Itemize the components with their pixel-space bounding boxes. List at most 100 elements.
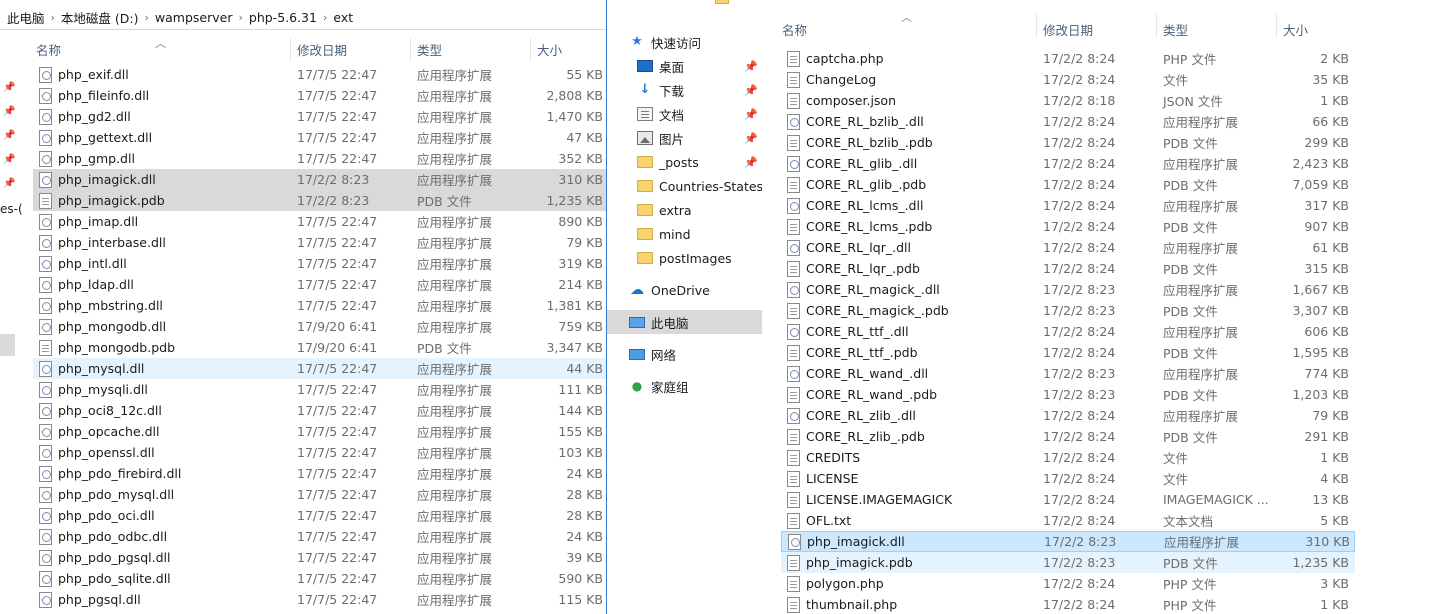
nav-item[interactable]: ☁ OneDrive [607,278,762,302]
file-row[interactable]: thumbnail.php 17/2/2 8:24 PHP 文件 1 KB [781,594,1355,614]
file-name[interactable]: CORE_RL_zlib_.dll [806,408,916,423]
file-row[interactable]: php_gmp.dll 17/7/5 22:47 应用程序扩展 352 KB [33,148,606,169]
nav-item[interactable]: ★ 快速访问 [607,30,762,54]
nav-item[interactable]: ● 家庭组 [607,374,762,398]
file-name-cell[interactable]: php_openssl.dll [39,444,155,461]
file-name-cell[interactable]: php_pdo_firebird.dll [39,465,181,482]
file-row[interactable]: CORE_RL_bzlib_.pdb 17/2/2 8:24 PDB 文件 299 K… [781,132,1355,153]
breadcrumb-separator-icon[interactable]: › [145,11,149,24]
file-name-cell[interactable]: php_pdo_pgsql.dll [39,549,170,566]
file-name-cell[interactable]: CORE_RL_wand_.dll [787,365,928,382]
file-row[interactable]: CORE_RL_glib_.dll 17/2/2 8:24 应用程序扩展 2,423 … [781,153,1355,174]
file-name-cell[interactable]: CORE_RL_wand_.pdb [787,386,937,403]
file-name[interactable]: php_imagick.dll [807,534,905,549]
file-name-cell[interactable]: CORE_RL_lqr_.pdb [787,260,920,277]
breadcrumb-separator-icon[interactable]: › [323,11,327,24]
file-row[interactable]: CORE_RL_lcms_.dll 17/2/2 8:24 应用程序扩展 317 KB [781,195,1355,216]
file-name-cell[interactable]: php_pdo_sqlite.dll [39,570,171,587]
file-name-cell[interactable]: CORE_RL_ttf_.pdb [787,344,918,361]
file-name[interactable]: php_pdo_firebird.dll [58,466,181,481]
file-name[interactable]: CORE_RL_wand_.dll [806,366,928,381]
file-name-cell[interactable]: php_mongodb.pdb [39,339,175,356]
file-row[interactable]: php_fileinfo.dll 17/7/5 22:47 应用程序扩展 2,808 … [33,85,606,106]
file-name-cell[interactable]: php_oci8_12c.dll [39,402,162,419]
file-name[interactable]: php_oci8_12c.dll [58,403,162,418]
pin-icon[interactable]: 📌 [3,130,15,142]
file-row[interactable]: php_mongodb.dll 17/9/20 6:41 应用程序扩展 759 KB [33,316,606,337]
file-name-cell[interactable]: php_pgsql.dll [39,591,141,608]
file-row[interactable]: LICENSE 17/2/2 8:24 文件 4 KB [781,468,1355,489]
column-divider[interactable] [1156,14,1157,38]
file-name[interactable]: php_fileinfo.dll [58,88,149,103]
column-header-date[interactable]: 修改日期 [1043,18,1093,40]
file-name[interactable]: php_mysqli.dll [58,382,148,397]
column-header-type[interactable]: 类型 [1163,18,1188,40]
breadcrumb-item-this-pc[interactable]: 此电脑 [7,8,45,27]
breadcrumb-item-ext[interactable]: ext [333,10,353,25]
file-name-cell[interactable]: CORE_RL_zlib_.dll [787,407,916,424]
file-name[interactable]: php_imap.dll [58,214,138,229]
file-name[interactable]: CORE_RL_wand_.pdb [806,387,937,402]
file-name-cell[interactable]: php_gmp.dll [39,150,135,167]
file-name[interactable]: php_imagick.pdb [58,193,165,208]
file-name[interactable]: CORE_RL_bzlib_.pdb [806,135,933,150]
breadcrumb-separator-icon[interactable]: › [238,11,242,24]
file-name-cell[interactable]: CREDITS [787,449,860,466]
pin-icon[interactable]: 📌 [3,154,15,166]
breadcrumb-item-drive[interactable]: 本地磁盘 (D:) [61,8,139,27]
nav-item[interactable]: 文档 📌 [607,102,762,126]
file-name[interactable]: php_mbstring.dll [58,298,163,313]
file-row[interactable]: CORE_RL_bzlib_.dll 17/2/2 8:24 应用程序扩展 66 KB [781,111,1355,132]
pin-icon[interactable]: 📌 [744,156,758,169]
column-divider[interactable] [1276,14,1277,38]
file-name-cell[interactable]: php_mbstring.dll [39,297,163,314]
file-name[interactable]: CORE_RL_lqr_.pdb [806,261,920,276]
file-name[interactable]: php_mysql.dll [58,361,144,376]
breadcrumb-item-php[interactable]: php-5.6.31 [249,10,317,25]
column-header-date[interactable]: 修改日期 [297,38,347,60]
file-name[interactable]: CORE_RL_lcms_.pdb [806,219,932,234]
file-row[interactable]: php_pdo_sqlite.dll 17/7/5 22:47 应用程序扩展 590 … [33,568,606,589]
file-name-cell[interactable]: CORE_RL_bzlib_.pdb [787,134,933,151]
column-header-name[interactable]: 名称 [36,38,61,60]
column-header-name[interactable]: 名称 [782,18,807,40]
file-name[interactable]: ChangeLog [806,72,876,87]
file-row[interactable]: php_interbase.dll 17/7/5 22:47 应用程序扩展 79 KB [33,232,606,253]
file-row[interactable]: composer.json 17/2/2 8:18 JSON 文件 1 KB [781,90,1355,111]
file-row[interactable]: polygon.php 17/2/2 8:24 PHP 文件 3 KB [781,573,1355,594]
file-name-cell[interactable]: CORE_RL_lqr_.dll [787,239,911,256]
file-row[interactable]: CORE_RL_lcms_.pdb 17/2/2 8:24 PDB 文件 907 KB [781,216,1355,237]
file-name-cell[interactable]: CORE_RL_ttf_.dll [787,323,909,340]
file-row[interactable]: php_imagick.pdb 17/2/2 8:23 PDB 文件 1,235 KB [33,190,606,211]
nav-item[interactable]: 桌面 📌 [607,54,762,78]
file-name-cell[interactable]: polygon.php [787,575,884,592]
nav-item[interactable]: mind [607,222,762,246]
file-row[interactable]: php_mbstring.dll 17/7/5 22:47 应用程序扩展 1,381 … [33,295,606,316]
file-name[interactable]: php_imagick.pdb [806,555,913,570]
file-row[interactable]: php_gettext.dll 17/7/5 22:47 应用程序扩展 47 KB [33,127,606,148]
file-name-cell[interactable]: CORE_RL_glib_.pdb [787,176,926,193]
file-name[interactable]: php_interbase.dll [58,235,166,250]
file-name-cell[interactable]: php_mongodb.dll [39,318,166,335]
file-name[interactable]: CORE_RL_bzlib_.dll [806,114,924,129]
nav-item-fragment[interactable]: es-( [0,202,23,216]
file-name[interactable]: php_openssl.dll [58,445,155,460]
breadcrumb[interactable]: 此电脑 › 本地磁盘 (D:) › wampserver › php-5.6.3… [0,5,606,30]
file-name-cell[interactable]: ChangeLog [787,71,876,88]
file-row[interactable]: CORE_RL_ttf_.pdb 17/2/2 8:24 PDB 文件 1,595 K… [781,342,1355,363]
file-row[interactable]: CORE_RL_glib_.pdb 17/2/2 8:24 PDB 文件 7,059 … [781,174,1355,195]
file-name-cell[interactable]: php_pdo_oci.dll [39,507,155,524]
file-name-cell[interactable]: composer.json [787,92,896,109]
file-name-cell[interactable]: CORE_RL_zlib_.pdb [787,428,925,445]
file-name-cell[interactable]: php_ldap.dll [39,276,134,293]
file-name-cell[interactable]: thumbnail.php [787,596,897,613]
file-name-cell[interactable]: php_intl.dll [39,255,127,272]
file-name[interactable]: php_exif.dll [58,67,129,82]
pin-icon[interactable]: 📌 [744,132,758,145]
file-row[interactable]: php_opcache.dll 17/7/5 22:47 应用程序扩展 155 KB [33,421,606,442]
file-name[interactable]: captcha.php [806,51,884,66]
file-name-cell[interactable]: CORE_RL_magick_.dll [787,281,940,298]
file-name-cell[interactable]: php_imagick.pdb [787,554,913,571]
nav-item[interactable]: 此电脑 [607,310,762,334]
file-name-cell[interactable]: php_imagick.dll [39,171,156,188]
